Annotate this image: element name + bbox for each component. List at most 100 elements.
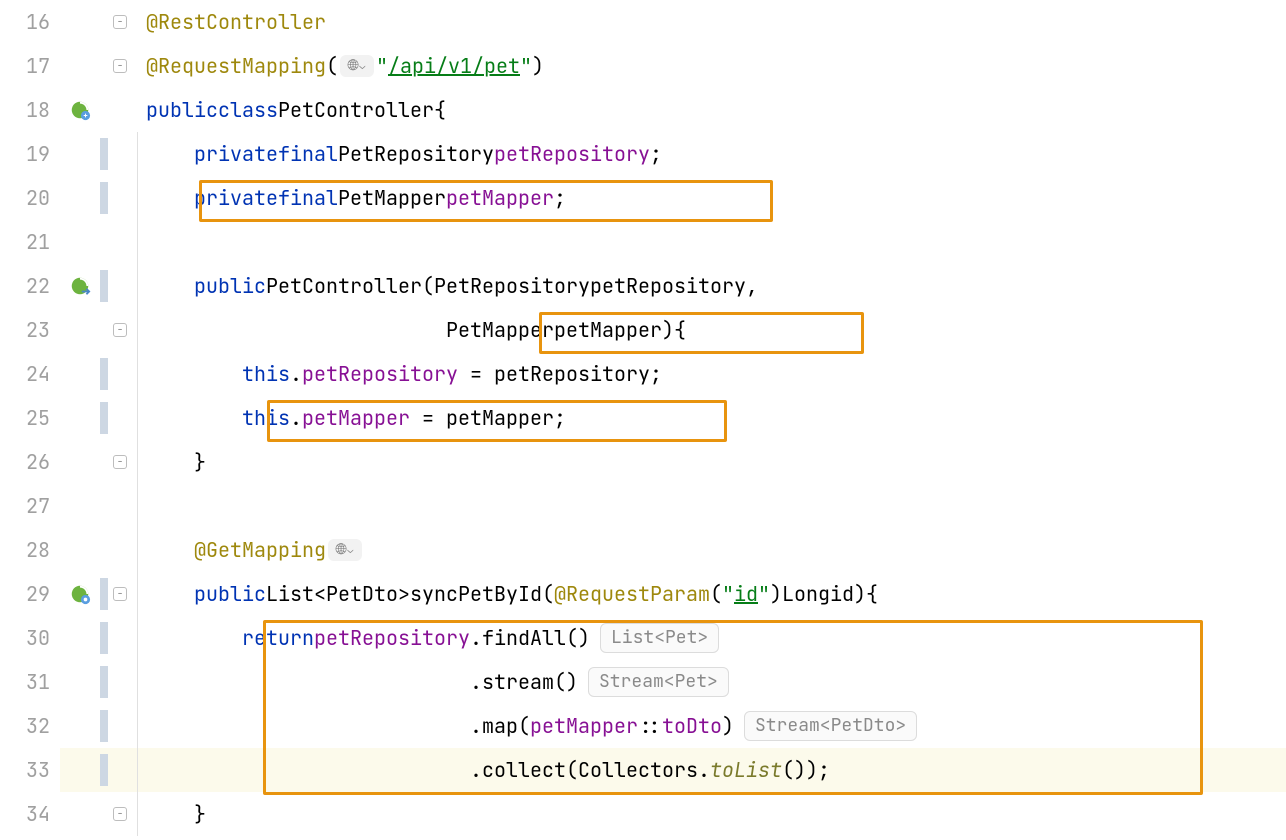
fold-cell[interactable]: − [110, 792, 130, 836]
line-number[interactable]: 32 [0, 704, 60, 748]
code-text[interactable]: } [144, 792, 1286, 836]
fold-cell[interactable] [110, 176, 130, 220]
fold-toggle-icon[interactable]: − [113, 807, 127, 821]
code-text[interactable]: private final PetRepository petRepositor… [144, 132, 1286, 176]
line-number[interactable]: 17 [0, 44, 60, 88]
string-literal-url[interactable]: /api/v1/pet [388, 56, 520, 76]
type-hint-inlay[interactable]: Stream<Pet> [588, 667, 729, 697]
code-text[interactable]: PetMapper petMapper) { [144, 308, 1286, 352]
code-line[interactable]: 23 − PetMapper petMapper) { [0, 308, 1286, 352]
fold-cell[interactable] [110, 396, 130, 440]
fold-cell[interactable] [110, 264, 130, 308]
gutter-cell[interactable] [60, 264, 100, 308]
vcs-change-marker[interactable] [100, 666, 108, 698]
gutter-cell[interactable] [60, 176, 100, 220]
vcs-cell[interactable] [100, 704, 110, 748]
vcs-cell[interactable] [100, 660, 110, 704]
line-number[interactable]: 25 [0, 396, 60, 440]
vcs-cell[interactable] [100, 572, 110, 616]
vcs-change-marker[interactable] [100, 182, 108, 214]
line-number[interactable]: 16 [0, 0, 60, 44]
spring-nav-icon[interactable] [69, 275, 91, 297]
fold-cell[interactable]: − [110, 308, 130, 352]
gutter-cell[interactable] [60, 616, 100, 660]
gutter-cell[interactable] [60, 572, 100, 616]
vcs-change-marker[interactable] [100, 710, 108, 742]
code-text[interactable]: .stream()Stream<Pet> [144, 660, 1286, 704]
code-text[interactable]: this.petMapper = petMapper; [144, 396, 1286, 440]
gutter-cell[interactable] [60, 484, 100, 528]
fold-toggle-icon[interactable]: − [113, 455, 127, 469]
line-number[interactable]: 23 [0, 308, 60, 352]
code-line[interactable]: 32 .map(petMapper::toDto)Stream<PetDto> [0, 704, 1286, 748]
code-line[interactable]: 25 this.petMapper = petMapper; [0, 396, 1286, 440]
gutter-cell[interactable] [60, 0, 100, 44]
fold-toggle-icon[interactable]: − [113, 587, 127, 601]
vcs-cell[interactable] [100, 396, 110, 440]
vcs-cell[interactable] [100, 352, 110, 396]
url-mapping-inlay[interactable]: 🌐⌄ [340, 55, 374, 77]
code-text[interactable]: } [144, 440, 1286, 484]
fold-cell[interactable] [110, 484, 130, 528]
vcs-cell[interactable] [100, 616, 110, 660]
gutter-cell[interactable] [60, 748, 100, 792]
fold-toggle-icon[interactable]: − [113, 59, 127, 73]
code-line[interactable]: 17 − @RequestMapping(🌐⌄"/api/v1/pet") [0, 44, 1286, 88]
code-text[interactable]: public List<PetDto> syncPetById(@Request… [144, 572, 1286, 616]
code-text[interactable] [144, 484, 1286, 528]
fold-cell[interactable] [110, 132, 130, 176]
vcs-change-marker[interactable] [100, 754, 108, 786]
line-number[interactable]: 27 [0, 484, 60, 528]
gutter-cell[interactable] [60, 528, 100, 572]
code-text[interactable]: this.petRepository = petRepository; [144, 352, 1286, 396]
code-line[interactable]: 18 public class PetController { [0, 88, 1286, 132]
fold-cell[interactable] [110, 352, 130, 396]
gutter-cell[interactable] [60, 220, 100, 264]
gutter-cell[interactable] [60, 792, 100, 836]
vcs-change-marker[interactable] [100, 358, 108, 390]
code-line-current[interactable]: 33 .collect(Collectors.toList()); [0, 748, 1286, 792]
vcs-change-marker[interactable] [100, 270, 108, 302]
line-number[interactable]: 22 [0, 264, 60, 308]
code-line[interactable]: 31 .stream()Stream<Pet> [0, 660, 1286, 704]
code-text[interactable]: .map(petMapper::toDto)Stream<PetDto> [144, 704, 1286, 748]
fold-cell[interactable] [110, 748, 130, 792]
gutter-cell[interactable] [60, 396, 100, 440]
vcs-cell[interactable] [100, 176, 110, 220]
gutter-cell[interactable] [60, 440, 100, 484]
code-line[interactable]: 21 [0, 220, 1286, 264]
vcs-cell[interactable] [100, 748, 110, 792]
code-text[interactable]: public class PetController { [144, 88, 1286, 132]
gutter-cell[interactable] [60, 308, 100, 352]
code-text[interactable]: .collect(Collectors.toList()); [144, 748, 1286, 792]
code-line[interactable]: 30 return petRepository.findAll()List<Pe… [0, 616, 1286, 660]
vcs-cell[interactable] [100, 264, 110, 308]
url-mapping-inlay[interactable]: 🌐⌄ [328, 539, 362, 561]
line-number[interactable]: 34 [0, 792, 60, 836]
line-number[interactable]: 31 [0, 660, 60, 704]
code-text[interactable] [144, 220, 1286, 264]
fold-toggle-icon[interactable]: − [113, 323, 127, 337]
fold-cell[interactable]: − [110, 572, 130, 616]
fold-cell[interactable] [110, 616, 130, 660]
gutter-cell[interactable] [60, 704, 100, 748]
code-line[interactable]: 34 − } [0, 792, 1286, 836]
type-hint-inlay[interactable]: Stream<PetDto> [744, 711, 917, 741]
gutter-cell[interactable] [60, 88, 100, 132]
fold-cell[interactable] [110, 704, 130, 748]
fold-toggle-icon[interactable]: − [113, 15, 127, 29]
line-number[interactable]: 19 [0, 132, 60, 176]
type-hint-inlay[interactable]: List<Pet> [600, 623, 719, 653]
gutter-cell[interactable] [60, 660, 100, 704]
fold-cell[interactable]: − [110, 440, 130, 484]
spring-endpoint-icon[interactable] [69, 583, 91, 605]
vcs-change-marker[interactable] [100, 138, 108, 170]
code-line[interactable]: 22 public PetController(PetRepository pe… [0, 264, 1286, 308]
fold-cell[interactable]: − [110, 44, 130, 88]
vcs-change-marker[interactable] [100, 578, 108, 610]
code-text[interactable]: @GetMapping 🌐⌄ [144, 528, 1286, 572]
code-line[interactable]: 20 private final PetMapper petMapper; [0, 176, 1286, 220]
gutter-cell[interactable] [60, 132, 100, 176]
spring-bean-icon[interactable] [69, 99, 91, 121]
code-text[interactable]: @RequestMapping(🌐⌄"/api/v1/pet") [144, 44, 1286, 88]
